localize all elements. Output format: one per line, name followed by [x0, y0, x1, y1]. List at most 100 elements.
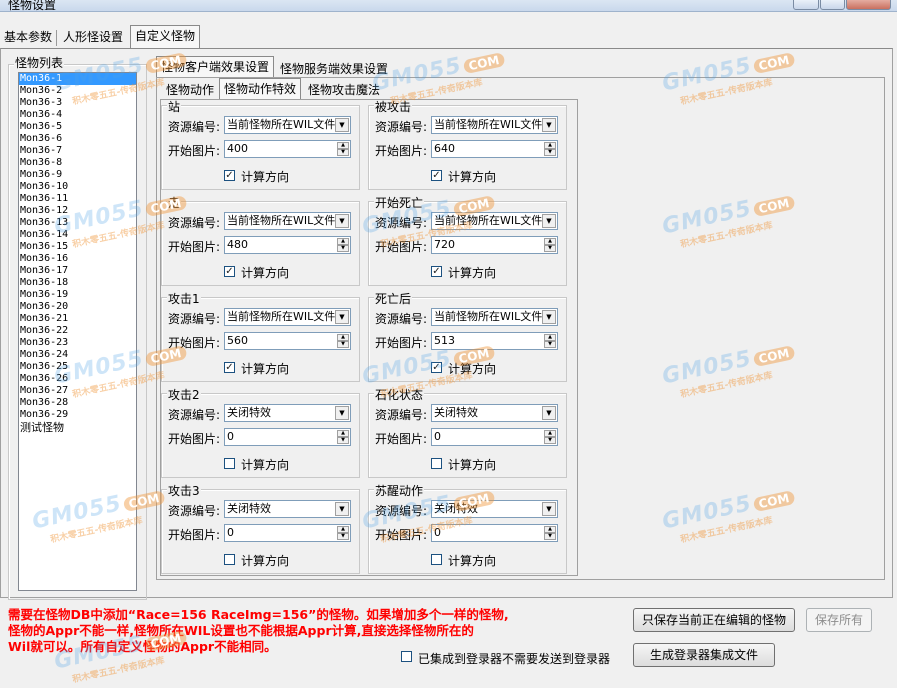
start-image-input[interactable]: 560 ▲ ▼ — [224, 332, 351, 350]
start-image-input[interactable]: 0 ▲ ▼ — [431, 428, 558, 446]
calc-direction-checkbox[interactable]: ✓ — [431, 170, 442, 181]
spin-down-icon[interactable]: ▼ — [544, 437, 556, 444]
calc-direction-checkbox[interactable]: ✓ — [224, 266, 235, 277]
list-item[interactable]: Mon36-16 — [19, 253, 136, 265]
list-item[interactable]: Mon36-2 — [19, 85, 136, 97]
chevron-down-icon[interactable]: ▼ — [542, 214, 556, 228]
spin-up-icon[interactable]: ▲ — [544, 334, 556, 341]
spin-down-icon[interactable]: ▼ — [337, 533, 349, 540]
chevron-down-icon[interactable]: ▼ — [542, 406, 556, 420]
calc-direction-checkbox[interactable] — [431, 458, 442, 469]
chevron-down-icon[interactable]: ▼ — [335, 502, 349, 516]
start-image-input[interactable]: 0 ▲ ▼ — [431, 524, 558, 542]
chevron-down-icon[interactable]: ▼ — [335, 406, 349, 420]
list-item[interactable]: Mon36-19 — [19, 289, 136, 301]
list-item[interactable]: Mon36-15 — [19, 241, 136, 253]
tab-custom-monster[interactable]: 自定义怪物 — [130, 25, 201, 49]
list-item[interactable]: Mon36-1 — [19, 73, 136, 85]
resource-no-select[interactable]: 关闭特效 ▼ — [224, 500, 351, 518]
chevron-down-icon[interactable]: ▼ — [335, 214, 349, 228]
list-item[interactable]: Mon36-18 — [19, 277, 136, 289]
list-item[interactable]: Mon36-3 — [19, 97, 136, 109]
spin-up-icon[interactable]: ▲ — [544, 142, 556, 149]
generate-launcher-file-button[interactable]: 生成登录器集成文件 — [633, 643, 775, 667]
spin-up-icon[interactable]: ▲ — [544, 430, 556, 437]
minimize-button[interactable] — [793, 0, 819, 10]
calc-direction-checkbox[interactable] — [224, 554, 235, 565]
tab-humanoid-monster[interactable]: 人形怪设置 — [59, 27, 127, 49]
list-item[interactable]: Mon36-17 — [19, 265, 136, 277]
spin-down-icon[interactable]: ▼ — [544, 245, 556, 252]
list-item[interactable]: Mon36-25 — [19, 361, 136, 373]
spin-down-icon[interactable]: ▼ — [544, 149, 556, 156]
resource-no-select[interactable]: 当前怪物所在WIL文件 ▼ — [224, 116, 351, 134]
resource-no-select[interactable]: 当前怪物所在WIL文件 ▼ — [431, 212, 558, 230]
resource-no-select[interactable]: 关闭特效 ▼ — [224, 404, 351, 422]
resource-no-select[interactable]: 当前怪物所在WIL文件 ▼ — [431, 116, 558, 134]
list-item[interactable]: Mon36-7 — [19, 145, 136, 157]
list-item[interactable]: Mon36-12 — [19, 205, 136, 217]
calc-direction-checkbox[interactable]: ✓ — [431, 362, 442, 373]
list-item[interactable]: Mon36-23 — [19, 337, 136, 349]
chevron-down-icon[interactable]: ▼ — [542, 502, 556, 516]
resource-no-select[interactable]: 当前怪物所在WIL文件 ▼ — [224, 308, 351, 326]
spin-down-icon[interactable]: ▼ — [544, 533, 556, 540]
spin-down-icon[interactable]: ▼ — [337, 437, 349, 444]
spin-up-icon[interactable]: ▲ — [337, 526, 349, 533]
start-image-input[interactable]: 0 ▲ ▼ — [224, 524, 351, 542]
resource-no-select[interactable]: 关闭特效 ▼ — [431, 500, 558, 518]
spin-up-icon[interactable]: ▲ — [337, 142, 349, 149]
start-image-input[interactable]: 640 ▲ ▼ — [431, 140, 558, 158]
list-item[interactable]: Mon36-29 — [19, 409, 136, 421]
list-item[interactable]: Mon36-14 — [19, 229, 136, 241]
chevron-down-icon[interactable]: ▼ — [335, 310, 349, 324]
list-item[interactable]: Mon36-28 — [19, 397, 136, 409]
list-item[interactable]: Mon36-13 — [19, 217, 136, 229]
start-image-input[interactable]: 400 ▲ ▼ — [224, 140, 351, 158]
list-item[interactable]: Mon36-27 — [19, 385, 136, 397]
spin-up-icon[interactable]: ▲ — [337, 334, 349, 341]
list-item[interactable]: Mon36-21 — [19, 313, 136, 325]
list-item[interactable]: Mon36-11 — [19, 193, 136, 205]
calc-direction-checkbox[interactable]: ✓ — [224, 362, 235, 373]
tab-basic-params[interactable]: 基本参数 — [0, 27, 56, 49]
list-item[interactable]: Mon36-26 — [19, 373, 136, 385]
list-item[interactable]: Mon36-22 — [19, 325, 136, 337]
chevron-down-icon[interactable]: ▼ — [542, 118, 556, 132]
monster-listbox[interactable]: Mon36-1 Mon36-2 Mon36-3 Mon36-4 Mon36-5 Mon36… — [18, 72, 137, 591]
save-all-button[interactable]: 保存所有 — [806, 608, 872, 632]
spin-up-icon[interactable]: ▲ — [544, 238, 556, 245]
tab-monster-action-effects[interactable]: 怪物动作特效 — [219, 78, 302, 100]
calc-direction-checkbox[interactable]: ✓ — [224, 170, 235, 181]
start-image-input[interactable]: 513 ▲ ▼ — [431, 332, 558, 350]
start-image-input[interactable]: 720 ▲ ▼ — [431, 236, 558, 254]
spin-up-icon[interactable]: ▲ — [544, 526, 556, 533]
spin-up-icon[interactable]: ▲ — [337, 430, 349, 437]
spin-down-icon[interactable]: ▼ — [337, 341, 349, 348]
spin-down-icon[interactable]: ▼ — [337, 149, 349, 156]
list-item[interactable]: Mon36-5 — [19, 121, 136, 133]
list-item[interactable]: Mon36-20 — [19, 301, 136, 313]
spin-down-icon[interactable]: ▼ — [337, 245, 349, 252]
start-image-input[interactable]: 480 ▲ ▼ — [224, 236, 351, 254]
resource-no-select[interactable]: 当前怪物所在WIL文件 ▼ — [224, 212, 351, 230]
start-image-input[interactable]: 0 ▲ ▼ — [224, 428, 351, 446]
list-item[interactable]: Mon36-24 — [19, 349, 136, 361]
list-item[interactable]: 测试怪物 — [19, 421, 136, 435]
integrated-checkbox[interactable] — [401, 651, 412, 662]
close-button[interactable] — [846, 0, 891, 10]
calc-direction-checkbox[interactable] — [224, 458, 235, 469]
tab-client-effects[interactable]: 怪物客户端效果设置 — [156, 56, 275, 78]
chevron-down-icon[interactable]: ▼ — [335, 118, 349, 132]
resource-no-select[interactable]: 当前怪物所在WIL文件 ▼ — [431, 308, 558, 326]
maximize-button[interactable] — [820, 0, 845, 10]
spin-down-icon[interactable]: ▼ — [544, 341, 556, 348]
list-item[interactable]: Mon36-9 — [19, 169, 136, 181]
resource-no-select[interactable]: 关闭特效 ▼ — [431, 404, 558, 422]
calc-direction-checkbox[interactable]: ✓ — [431, 266, 442, 277]
save-current-monster-button[interactable]: 只保存当前正在编辑的怪物 — [633, 608, 795, 632]
calc-direction-checkbox[interactable] — [431, 554, 442, 565]
list-item[interactable]: Mon36-4 — [19, 109, 136, 121]
list-item[interactable]: Mon36-6 — [19, 133, 136, 145]
list-item[interactable]: Mon36-10 — [19, 181, 136, 193]
